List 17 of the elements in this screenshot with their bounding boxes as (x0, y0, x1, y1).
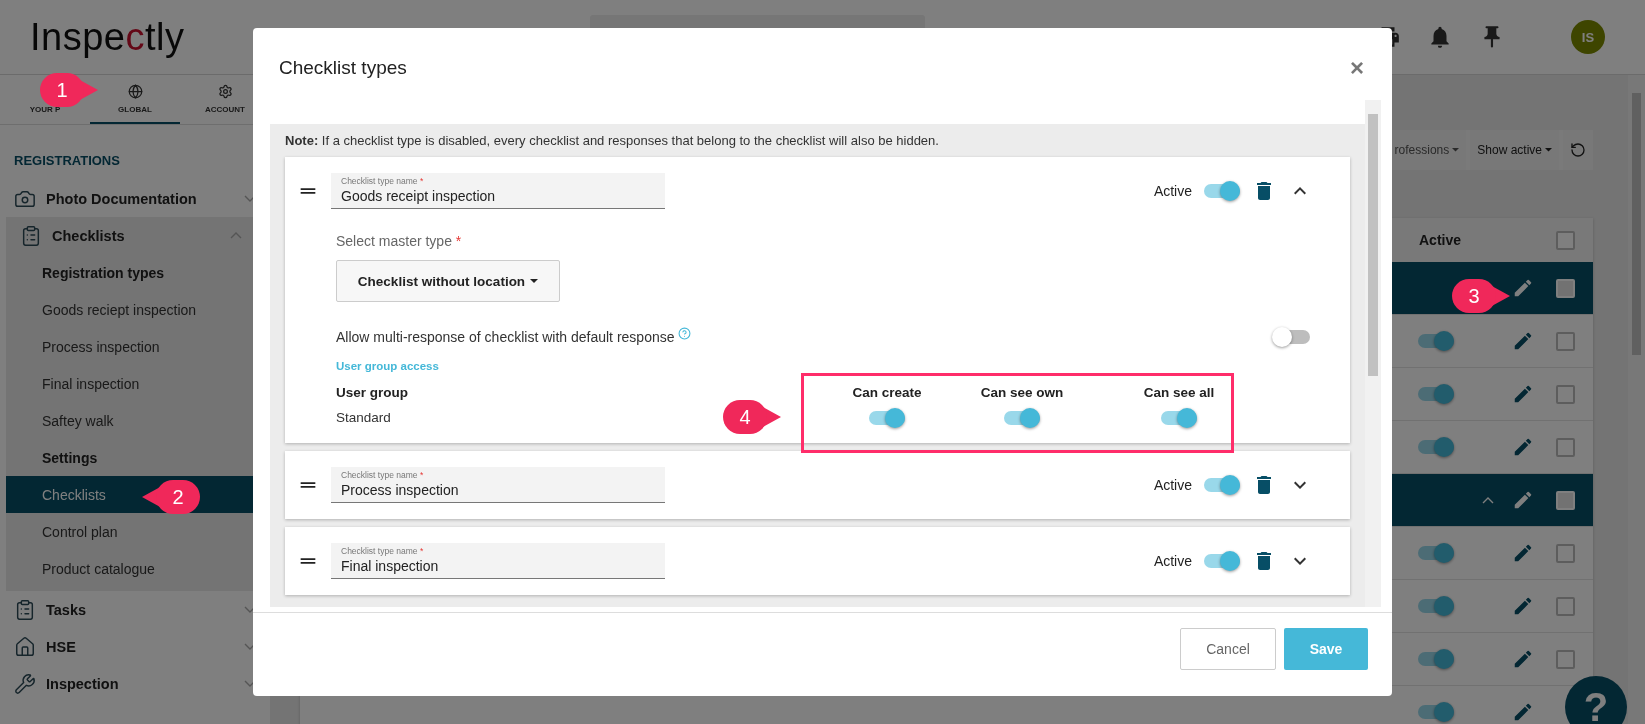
option-label: Allow multi-response of checklist with default response (336, 329, 675, 345)
active-label: Active (1153, 477, 1192, 493)
column-header: Active (1419, 232, 1462, 248)
section-title: REGISTRATIONS (13, 152, 121, 170)
user-group-name: Standard (336, 410, 391, 425)
field-label: Select master type * (336, 233, 463, 249)
column-header: User group (336, 385, 408, 400)
column-header: Can create (852, 385, 922, 400)
subsection-title: User group access (336, 360, 440, 372)
dialog-title: Checklist types (279, 57, 407, 79)
nav-heading: Settings (41, 448, 99, 468)
note-text: Note: If a checklist type is disabled, every checklist and responses that belong to the checklist will also be hidden. (285, 133, 940, 148)
column-header: Can see own (980, 385, 1064, 400)
active-label: Active (1153, 553, 1192, 569)
active-label: Active (1153, 183, 1192, 199)
column-header: Can see all (1143, 385, 1215, 400)
nav-heading: Registration types (41, 263, 166, 283)
